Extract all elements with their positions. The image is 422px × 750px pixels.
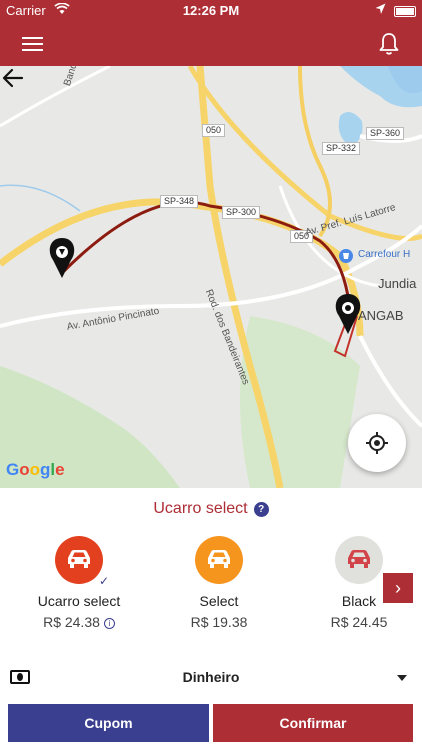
menu-button[interactable] — [22, 34, 44, 54]
city-label-anhangabau: ANGAB — [358, 308, 404, 323]
google-logo: Google — [6, 460, 65, 479]
dropdown-caret-icon — [397, 675, 407, 681]
car-icon — [68, 550, 90, 568]
car-option-name: Ucarro select — [37, 593, 121, 609]
road-label-sp360: SP-360 — [366, 127, 405, 140]
status-bar: Carrier 12:26 PM — [0, 0, 422, 22]
location-arrow-icon — [375, 3, 386, 14]
car-option-icon-circle — [55, 536, 103, 584]
car-option-price: R$ 19.38 — [190, 614, 248, 630]
car-option-price: R$ 24.45 — [330, 614, 388, 630]
crosshair-icon — [366, 432, 388, 454]
back-arrow-icon[interactable] — [0, 66, 26, 90]
car-option-ucarro-select[interactable]: ✓ Ucarro select R$ 24.38 i — [9, 536, 149, 636]
city-label-jundiai: Jundia — [378, 276, 417, 291]
selected-category-name: Ucarro select — [153, 500, 248, 517]
clock: 12:26 PM — [182, 3, 240, 18]
car-icon — [348, 550, 370, 568]
route-map[interactable]: 050 SP-360 SP-332 SP-348 SP-300 050 Band… — [0, 66, 422, 488]
car-option-name: Select — [199, 593, 239, 609]
selected-category-title: Ucarro select? — [0, 500, 422, 518]
car-option-icon-circle — [335, 536, 383, 584]
car-icon — [208, 550, 230, 568]
info-icon[interactable]: i — [103, 618, 115, 629]
my-location-button[interactable] — [348, 414, 406, 472]
next-options-chevron-icon[interactable]: › — [383, 573, 413, 603]
payment-method-label: Dinheiro — [182, 669, 240, 685]
car-option-icon-circle — [195, 536, 243, 584]
car-option-select[interactable]: Select R$ 19.38 — [149, 536, 289, 636]
ride-options-panel: Ucarro select? ✓ Ucarro select R$ 24.38 i… — [0, 488, 422, 750]
selected-check-icon: ✓ — [99, 574, 110, 588]
help-icon[interactable]: ? — [253, 502, 269, 517]
road-label-sp348: SP-348 — [160, 195, 199, 208]
road-label-sp332: SP-332 — [322, 142, 361, 155]
battery-icon — [394, 6, 416, 17]
poi-label-carrefour: Carrefour H — [358, 249, 411, 260]
road-label-sp300: SP-300 — [222, 206, 261, 219]
top-app-bar — [0, 22, 422, 66]
notification-bell-icon[interactable] — [378, 32, 400, 56]
road-label-050: 050 — [202, 124, 226, 137]
confirm-button[interactable]: Confirmar — [213, 704, 413, 742]
car-option-price: R$ 24.38 i — [9, 614, 149, 630]
coupon-button[interactable]: Cupom — [8, 704, 209, 742]
payment-method-selector[interactable]: Dinheiro — [0, 660, 422, 694]
